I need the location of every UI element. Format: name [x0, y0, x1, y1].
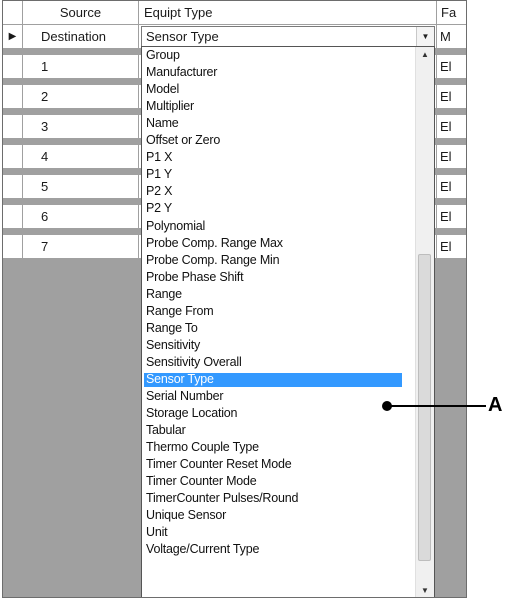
callout-label: A	[488, 394, 503, 416]
dropdown-list[interactable]: Group Manufacturer Model Multiplier Name Offs…	[141, 46, 435, 597]
dropdown-option[interactable]: Sensitivity	[146, 338, 200, 352]
dropdown-option[interactable]: Voltage/Current Type	[146, 543, 259, 556]
scroll-up-icon[interactable]: ▲	[416, 50, 434, 59]
dropdown-option[interactable]: Range To	[146, 321, 198, 335]
dropdown-option[interactable]: Sensor Type	[144, 372, 402, 387]
dropdown-option[interactable]: Unit	[146, 526, 168, 539]
column-header-fa[interactable]: Fa	[437, 1, 466, 25]
chevron-down-icon[interactable]: ▼	[416, 27, 434, 46]
row-marker[interactable]: ▶	[3, 25, 23, 49]
dropdown-scrollbar[interactable]: ▲ ▼	[415, 47, 434, 597]
scroll-down-icon[interactable]: ▼	[416, 586, 434, 595]
dropdown-option[interactable]: Timer Counter Mode	[146, 475, 257, 488]
row-marker[interactable]	[3, 145, 23, 169]
dropdown-option[interactable]: Name	[146, 117, 179, 130]
source-cell[interactable]: 2	[23, 85, 139, 109]
dropdown-option[interactable]: Serial Number	[146, 390, 223, 403]
callout-line	[386, 405, 486, 407]
dropdown-option[interactable]: Manufacturer	[146, 66, 217, 79]
dropdown-option[interactable]: Polynomial	[146, 219, 205, 233]
dropdown-option[interactable]: Timer Counter Reset Mode	[146, 458, 292, 471]
column-header-equipt-type[interactable]: Equipt Type	[139, 1, 437, 25]
dropdown-option[interactable]: Probe Phase Shift	[146, 270, 244, 284]
fa-cell[interactable]: M	[437, 25, 466, 49]
dropdown-option[interactable]: P2 Y	[146, 202, 172, 215]
fa-cell[interactable]: El	[437, 175, 466, 199]
equipt-type-combobox[interactable]: Sensor Type ▼	[141, 26, 435, 47]
dropdown-option[interactable]: Offset or Zero	[146, 134, 220, 147]
fa-cell[interactable]: El	[437, 205, 466, 229]
dropdown-option[interactable]: TimerCounter Pulses/Round	[146, 492, 298, 505]
source-cell[interactable]: 6	[23, 205, 139, 229]
fa-cell[interactable]: El	[437, 55, 466, 79]
source-cell[interactable]: 3	[23, 115, 139, 139]
fa-cell[interactable]: El	[437, 115, 466, 139]
dropdown-option[interactable]: P1 Y	[146, 168, 172, 181]
source-cell[interactable]: Destination	[23, 25, 139, 49]
source-cell[interactable]: 7	[23, 235, 139, 259]
row-marker[interactable]	[3, 175, 23, 199]
row-marker[interactable]	[3, 235, 23, 259]
row-marker[interactable]	[3, 55, 23, 79]
dropdown-option[interactable]: Range From	[146, 304, 214, 318]
fa-cell[interactable]: El	[437, 235, 466, 259]
row-marker[interactable]	[3, 115, 23, 139]
dropdown-option[interactable]: Probe Comp. Range Max	[146, 236, 283, 250]
dropdown-option[interactable]: Storage Location	[146, 407, 238, 420]
row-marker[interactable]	[3, 205, 23, 229]
dropdown-option[interactable]: Multiplier	[146, 100, 194, 113]
source-cell[interactable]: 4	[23, 145, 139, 169]
combobox-value: Sensor Type	[146, 29, 219, 44]
dropdown-option[interactable]: Tabular	[146, 424, 186, 437]
dropdown-option[interactable]: P1 X	[146, 151, 173, 164]
source-cell[interactable]: 1	[23, 55, 139, 79]
row-marker[interactable]	[3, 85, 23, 109]
dropdown-option[interactable]: Sensitivity Overall	[146, 355, 242, 369]
fa-cell[interactable]: El	[437, 145, 466, 169]
data-grid: Source Equipt Type Fa ▶ Destination M 1 El 2 E…	[2, 0, 467, 598]
dropdown-option[interactable]: Group	[146, 49, 180, 62]
dropdown-option[interactable]: Unique Sensor	[146, 509, 226, 522]
dropdown-option[interactable]: Model	[146, 83, 179, 96]
dropdown-option[interactable]: P2 X	[146, 185, 173, 198]
column-header-source[interactable]: Source	[23, 1, 139, 25]
source-cell[interactable]: 5	[23, 175, 139, 199]
dropdown-option[interactable]: Range	[146, 287, 182, 301]
fa-cell[interactable]: El	[437, 85, 466, 109]
scrollbar-thumb[interactable]	[418, 254, 431, 561]
row-header-corner	[3, 1, 23, 25]
dropdown-option[interactable]: Thermo Couple Type	[146, 441, 259, 454]
dropdown-option[interactable]: Probe Comp. Range Min	[146, 253, 280, 267]
